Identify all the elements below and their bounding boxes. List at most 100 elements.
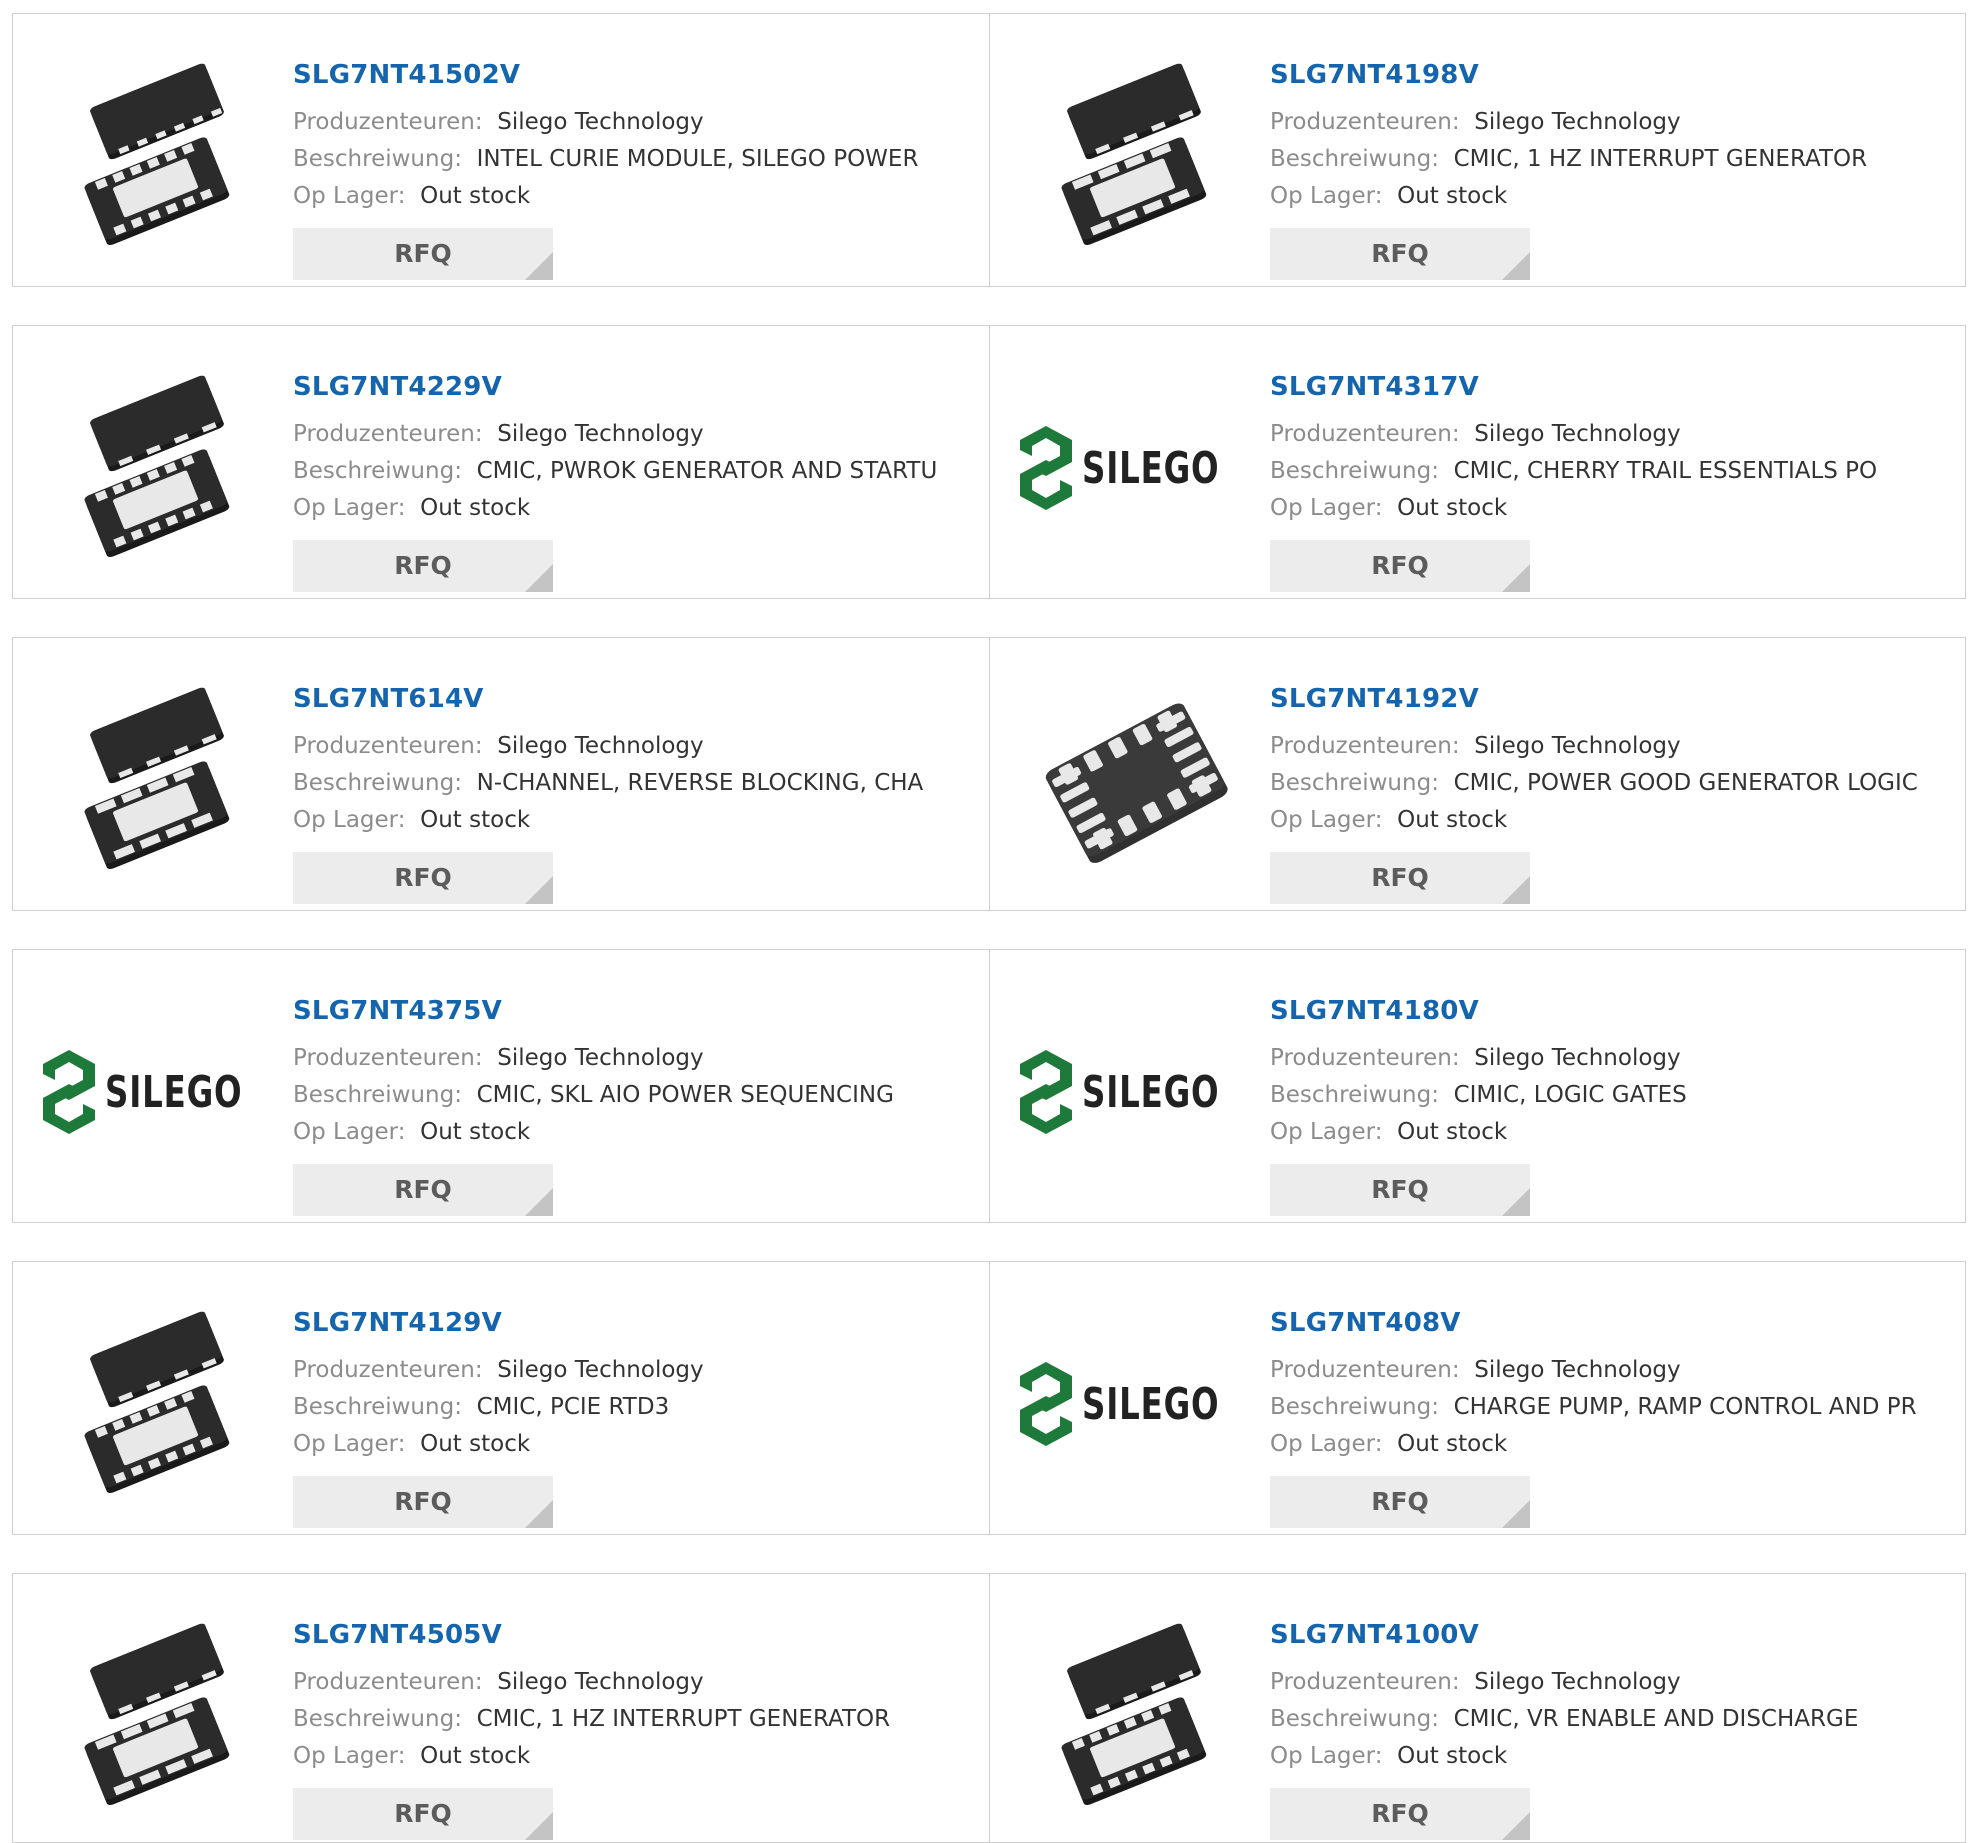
stock-label: Op Lager:	[293, 1119, 406, 1145]
manufacturer-line: Produzenteuren: Silego Technology	[293, 1664, 979, 1701]
product-image[interactable]	[53, 1304, 263, 1504]
silego-logo[interactable]: SILEGO	[43, 992, 263, 1192]
stock-label: Op Lager:	[293, 1743, 406, 1769]
description-line: Beschreiwung: CMIC, CHERRY TRAIL ESSENTI…	[1270, 453, 1955, 490]
rfq-button-label: RFQ	[1371, 551, 1429, 580]
product-info: SLG7NT4198V Produzenteuren: Silego Techno…	[1270, 58, 1955, 280]
product-card: SILEGO SLG7NT408V Produzenteuren: Silego T…	[989, 1262, 1965, 1534]
product-card: SILEGO SLG7NT4317V Produzenteuren: Silego …	[989, 326, 1965, 598]
stock-label: Op Lager:	[1270, 1431, 1383, 1457]
manufacturer-value: Silego Technology	[1474, 1045, 1681, 1071]
silego-logo[interactable]: SILEGO	[1020, 368, 1240, 568]
product-image[interactable]	[53, 680, 263, 880]
description-line: Beschreiwung: CMIC, PWROK GENERATOR AND …	[293, 453, 979, 490]
rfq-button[interactable]: RFQ	[1270, 540, 1530, 592]
product-image[interactable]	[1030, 680, 1240, 880]
product-row: SLG7NT41502V Produzenteuren: Silego Techn…	[12, 13, 1966, 287]
rfq-button-label: RFQ	[1371, 1487, 1429, 1516]
description-label: Beschreiwung:	[293, 458, 462, 484]
manufacturer-value: Silego Technology	[1474, 1357, 1681, 1383]
part-number-link[interactable]: SLG7NT408V	[1270, 1306, 1955, 1340]
part-number-link[interactable]: SLG7NT4229V	[293, 370, 979, 404]
part-number-link[interactable]: SLG7NT4180V	[1270, 994, 1955, 1028]
corner-triangle-icon	[525, 876, 553, 904]
chip-qfn20-icon	[1045, 703, 1228, 863]
manufacturer-line: Produzenteuren: Silego Technology	[1270, 1040, 1955, 1077]
rfq-button-label: RFQ	[1371, 863, 1429, 892]
part-number-link[interactable]: SLG7NT614V	[293, 682, 979, 716]
corner-triangle-icon	[525, 252, 553, 280]
description-label: Beschreiwung:	[1270, 1082, 1439, 1108]
product-image[interactable]	[1030, 1616, 1240, 1816]
part-number-link[interactable]: SLG7NT4192V	[1270, 682, 1955, 716]
stock-label: Op Lager:	[293, 495, 406, 521]
manufacturer-line: Produzenteuren: Silego Technology	[293, 1352, 979, 1389]
stock-line: Op Lager: Out stock	[1270, 178, 1955, 215]
rfq-button[interactable]: RFQ	[293, 1476, 553, 1528]
description-label: Beschreiwung:	[293, 146, 462, 172]
rfq-button[interactable]: RFQ	[1270, 1476, 1530, 1528]
part-number-link[interactable]: SLG7NT4198V	[1270, 58, 1955, 92]
rfq-button[interactable]: RFQ	[293, 228, 553, 280]
rfq-button[interactable]: RFQ	[1270, 852, 1530, 904]
part-number-link[interactable]: SLG7NT41502V	[293, 58, 979, 92]
manufacturer-value: Silego Technology	[497, 421, 704, 447]
part-number-link[interactable]: SLG7NT4100V	[1270, 1618, 1955, 1652]
silego-mark-icon	[1020, 1050, 1073, 1134]
stock-label: Op Lager:	[1270, 495, 1383, 521]
product-row: SLG7NT4129V Produzenteuren: Silego Techno…	[12, 1261, 1966, 1535]
product-image[interactable]	[53, 368, 263, 568]
product-image[interactable]	[53, 56, 263, 256]
corner-triangle-icon	[525, 1812, 553, 1840]
product-info: SLG7NT408V Produzenteuren: Silego Technol…	[1270, 1306, 1955, 1528]
part-number-link[interactable]: SLG7NT4317V	[1270, 370, 1955, 404]
stock-value: Out stock	[1397, 1431, 1508, 1457]
rfq-button-label: RFQ	[394, 1175, 452, 1204]
manufacturer-line: Produzenteuren: Silego Technology	[293, 104, 979, 141]
chip-stqfn-icon	[84, 1311, 230, 1493]
silego-logo-text: SILEGO	[1082, 442, 1220, 494]
rfq-button[interactable]: RFQ	[293, 1788, 553, 1840]
part-number-link[interactable]: SLG7NT4129V	[293, 1306, 979, 1340]
product-info: SLG7NT4192V Produzenteuren: Silego Techno…	[1270, 682, 1955, 904]
rfq-button[interactable]: RFQ	[1270, 1164, 1530, 1216]
product-info: SLG7NT614V Produzenteuren: Silego Technol…	[293, 682, 979, 904]
description-value: CMIC, 1 HZ INTERRUPT GENERATOR	[1453, 146, 1868, 172]
stock-value: Out stock	[420, 807, 531, 833]
stock-line: Op Lager: Out stock	[1270, 1114, 1955, 1151]
rfq-button[interactable]: RFQ	[1270, 228, 1530, 280]
rfq-button[interactable]: RFQ	[293, 540, 553, 592]
corner-triangle-icon	[525, 1500, 553, 1528]
stock-label: Op Lager:	[1270, 807, 1383, 833]
silego-logo[interactable]: SILEGO	[1020, 992, 1240, 1192]
part-number-link[interactable]: SLG7NT4505V	[293, 1618, 979, 1652]
description-line: Beschreiwung: INTEL CURIE MODULE, SILEGO…	[293, 141, 979, 178]
product-info: SLG7NT4229V Produzenteuren: Silego Techno…	[293, 370, 979, 592]
description-value: CMIC, VR ENABLE AND DISCHARGE	[1453, 1706, 1859, 1732]
manufacturer-line: Produzenteuren: Silego Technology	[1270, 416, 1955, 453]
manufacturer-label: Produzenteuren:	[293, 109, 483, 135]
silego-logo[interactable]: SILEGO	[1020, 1304, 1240, 1504]
product-info: SLG7NT4100V Produzenteuren: Silego Techno…	[1270, 1618, 1955, 1840]
rfq-button[interactable]: RFQ	[1270, 1788, 1530, 1840]
manufacturer-value: Silego Technology	[497, 1045, 704, 1071]
part-number-link[interactable]: SLG7NT4375V	[293, 994, 979, 1028]
product-image[interactable]	[1030, 56, 1240, 256]
chip-dfn-icon	[84, 687, 230, 869]
description-value: CIMIC, LOGIC GATES	[1453, 1082, 1687, 1108]
stock-value: Out stock	[1397, 183, 1508, 209]
description-label: Beschreiwung:	[1270, 1706, 1439, 1732]
rfq-button[interactable]: RFQ	[293, 852, 553, 904]
rfq-button-label: RFQ	[394, 1487, 452, 1516]
product-image[interactable]	[53, 1616, 263, 1816]
description-label: Beschreiwung:	[293, 770, 462, 796]
manufacturer-label: Produzenteuren:	[293, 1045, 483, 1071]
silego-mark-icon	[1020, 426, 1073, 510]
description-value: N-CHANNEL, REVERSE BLOCKING, CHA	[476, 770, 924, 796]
description-line: Beschreiwung: CMIC, SKL AIO POWER SEQUEN…	[293, 1077, 979, 1114]
product-row: SLG7NT4229V Produzenteuren: Silego Techno…	[12, 325, 1966, 599]
manufacturer-label: Produzenteuren:	[1270, 1045, 1460, 1071]
manufacturer-value: Silego Technology	[497, 733, 704, 759]
rfq-button[interactable]: RFQ	[293, 1164, 553, 1216]
description-value: CMIC, CHERRY TRAIL ESSENTIALS PO	[1453, 458, 1878, 484]
